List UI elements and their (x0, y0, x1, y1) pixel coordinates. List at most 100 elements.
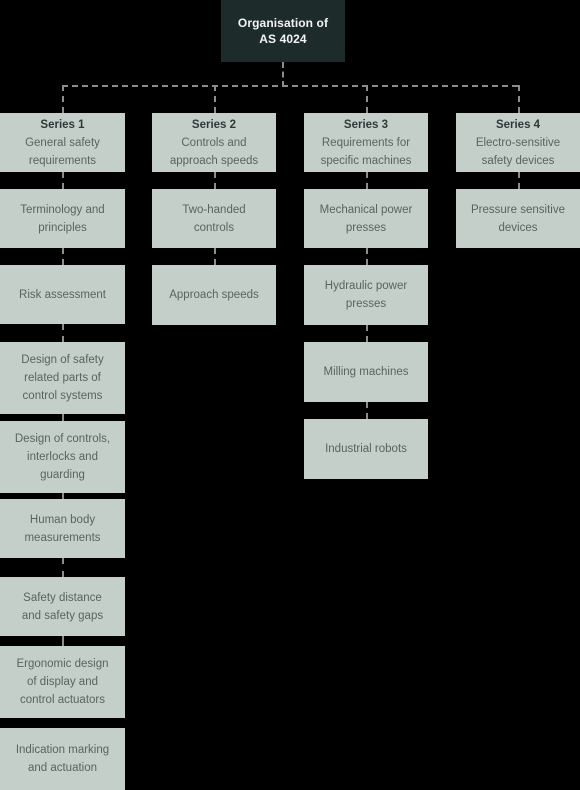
series-3-title: Series 3 (343, 118, 389, 131)
series-1-header-node[interactable]: Series 1 General safety requirements (0, 113, 125, 172)
series-1-item-design-of-safety-related-parts-of-control-systems[interactable]: Design of safety related parts of contro… (0, 342, 125, 414)
connector-series-3-1 (366, 248, 368, 265)
series-1-item-2-line3: control systems (22, 390, 103, 402)
series-4-header-node[interactable]: Series 4 Electro-sensitive safety device… (456, 113, 580, 172)
series-3-item-milling-machines[interactable]: Milling machines (304, 342, 428, 402)
series-1-item-human-body-measurements[interactable]: Human body measurements (0, 499, 125, 558)
series-1-item-4-line1: Human body (29, 513, 96, 526)
connector-series-1-0 (62, 172, 64, 189)
series-2-item-1-label: Approach speeds (169, 286, 259, 304)
series-1-item-4-line2: measurements (24, 531, 101, 544)
series-2-item-two-handed-controls[interactable]: Two-handed controls (152, 189, 276, 248)
connector-drop-series-1 (62, 85, 64, 113)
connector-series-1-3 (62, 414, 64, 421)
series-2-item-0-line2: controls (193, 221, 235, 234)
connector-series-1-2 (62, 324, 64, 342)
series-1-item-4-label: Human body measurements (24, 511, 100, 547)
series-4-title: Series 4 (495, 118, 541, 131)
series-4-item-0-line2: devices (498, 221, 538, 234)
series-1-item-6-line3: control actuators (19, 694, 105, 706)
series-2-desc-line2: approach speeds (169, 154, 259, 167)
series-1-desc-line1: General safety (25, 136, 100, 149)
series-1-item-2-line2: related parts of (24, 372, 101, 384)
series-1-item-0-line1: Terminology and (20, 203, 105, 216)
series-1-item-5-line1: Safety distance (23, 591, 102, 604)
series-3-item-hydraulic-power-presses[interactable]: Hydraulic power presses (304, 265, 428, 325)
series-1-item-6-label: Ergonomic design of display and control … (16, 655, 108, 709)
connector-horizontal-bus (62, 85, 518, 87)
series-2-item-1-line1: Approach speeds (169, 289, 259, 301)
series-1-item-3-line2: interlocks and (27, 451, 98, 463)
series-3-item-3-label: Industrial robots (325, 440, 407, 458)
series-4-item-pressure-sensitive-devices[interactable]: Pressure sensitive devices (456, 189, 580, 248)
series-1-item-6-line2: of display and (27, 676, 98, 688)
series-2-title: Series 2 (191, 118, 237, 131)
series-3-item-2-line1: Milling machines (323, 366, 409, 378)
series-1-item-design-of-controls-interlocks-and-guarding[interactable]: Design of controls, interlocks and guard… (0, 421, 125, 493)
series-1-item-0-line2: principles (38, 221, 87, 234)
series-3-item-0-line2: presses (345, 221, 387, 234)
connector-drop-series-2 (214, 85, 216, 113)
series-4-desc-line1: Electro-sensitive (475, 136, 561, 149)
series-1-desc-line2: requirements (28, 154, 97, 167)
series-1-item-2-line1: Design of safety (21, 354, 104, 366)
series-3-item-2-label: Milling machines (323, 363, 408, 381)
series-1-item-3-line1: Design of controls, (14, 433, 111, 445)
series-1-item-7-line2: and actuation (27, 762, 98, 774)
connector-series-3-2 (366, 325, 368, 342)
series-3-item-3-line1: Industrial robots (325, 443, 407, 455)
root-node-label: Organisation of AS 4024 (238, 15, 328, 47)
series-1-item-7-label: Indication marking and actuation (16, 741, 109, 777)
series-1-title: Series 1 (40, 118, 85, 131)
connector-series-2-1 (214, 248, 216, 265)
connector-series-3-0 (366, 172, 368, 189)
connector-series-3-3 (366, 402, 368, 419)
series-3-item-1-label: Hydraulic power presses (325, 277, 407, 313)
series-1-item-ergonomic-design-of-display-and-control-actuators[interactable]: Ergonomic design of display and control … (0, 646, 125, 718)
organisation-chart: Organisation of AS 4024 Series 1 General … (0, 0, 580, 790)
connector-series-1-5 (62, 558, 64, 577)
series-1-item-5-label: Safety distance and safety gaps (22, 589, 103, 625)
series-3-header-label: Series 3 Requirements for specific machi… (321, 116, 412, 170)
series-2-item-0-line1: Two-handed (182, 203, 246, 216)
series-1-item-0-label: Terminology and principles (20, 201, 104, 237)
series-1-item-1-line1: Risk assessment (19, 288, 106, 301)
root-node-organisation-of-as-4024: Organisation of AS 4024 (221, 0, 345, 62)
series-4-item-0-line1: Pressure sensitive (471, 203, 565, 216)
series-1-header-label: Series 1 General safety requirements (25, 116, 100, 170)
series-1-item-terminology-and-principles[interactable]: Terminology and principles (0, 189, 125, 248)
series-1-item-safety-distance-and-safety-gaps[interactable]: Safety distance and safety gaps (0, 577, 125, 636)
series-4-header-label: Series 4 Electro-sensitive safety device… (476, 116, 560, 170)
root-node-line2: AS 4024 (259, 32, 307, 46)
series-3-header-node[interactable]: Series 3 Requirements for specific machi… (304, 113, 428, 172)
series-1-item-1-label: Risk assessment (19, 286, 106, 304)
connector-series-4-0 (518, 172, 520, 189)
series-2-header-node[interactable]: Series 2 Controls and approach speeds (152, 113, 276, 172)
series-4-desc-line2: safety devices (481, 154, 555, 167)
series-3-item-1-line2: presses (345, 298, 387, 310)
connector-series-1-6 (62, 636, 64, 646)
series-1-item-2-label: Design of safety related parts of contro… (21, 351, 103, 405)
series-4-item-0-label: Pressure sensitive devices (471, 201, 565, 237)
series-3-item-0-label: Mechanical power presses (320, 201, 413, 237)
series-1-item-3-line3: guarding (40, 469, 85, 481)
series-3-desc-line2: specific machines (320, 154, 412, 167)
root-node-line1: Organisation of (237, 16, 329, 30)
series-3-item-industrial-robots[interactable]: Industrial robots (304, 419, 428, 479)
series-1-item-indication-marking-and-actuation[interactable]: Indication marking and actuation (0, 728, 125, 790)
series-3-item-1-line1: Hydraulic power (324, 280, 408, 292)
series-1-item-7-line1: Indication marking (15, 744, 110, 756)
series-3-desc-line1: Requirements for (321, 136, 411, 149)
series-1-item-5-line2: and safety gaps (21, 609, 104, 622)
series-2-header-label: Series 2 Controls and approach speeds (170, 116, 258, 170)
connector-drop-series-4 (518, 85, 520, 113)
series-1-item-risk-assessment[interactable]: Risk assessment (0, 265, 125, 324)
series-1-item-6-line1: Ergonomic design (16, 658, 109, 670)
series-2-desc-line1: Controls and (181, 136, 247, 149)
connector-series-2-0 (214, 172, 216, 189)
series-2-item-approach-speeds[interactable]: Approach speeds (152, 265, 276, 325)
connector-drop-series-3 (366, 85, 368, 113)
series-2-item-0-label: Two-handed controls (182, 201, 245, 237)
connector-root-stem (282, 62, 284, 87)
series-3-item-mechanical-power-presses[interactable]: Mechanical power presses (304, 189, 428, 248)
